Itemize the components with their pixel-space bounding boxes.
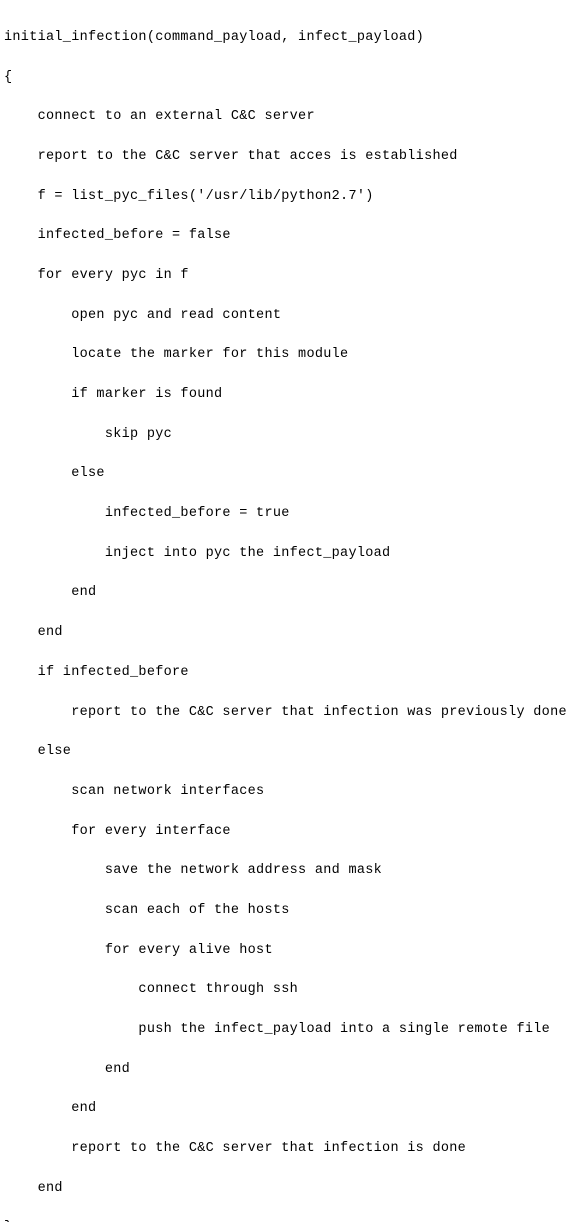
code-line: push the infect_payload into a single re… <box>4 1020 579 1040</box>
code-line: scan each of the hosts <box>4 901 579 921</box>
code-line: if marker is found <box>4 385 579 405</box>
code-line: end <box>4 1179 579 1199</box>
pseudocode-block: initial_infection(command_payload, infec… <box>4 8 579 1222</box>
code-line: save the network address and mask <box>4 861 579 881</box>
code-line: end <box>4 583 579 603</box>
code-line: for every alive host <box>4 941 579 961</box>
code-line: report to the C&C server that infection … <box>4 1139 579 1159</box>
code-line: skip pyc <box>4 425 579 445</box>
code-line: f = list_pyc_files('/usr/lib/python2.7') <box>4 187 579 207</box>
code-line: locate the marker for this module <box>4 345 579 365</box>
code-line: end <box>4 623 579 643</box>
code-line: for every interface <box>4 822 579 842</box>
code-line: infected_before = true <box>4 504 579 524</box>
code-line: infected_before = false <box>4 226 579 246</box>
code-line: report to the C&C server that acces is e… <box>4 147 579 167</box>
code-line: connect through ssh <box>4 980 579 1000</box>
code-line: inject into pyc the infect_payload <box>4 544 579 564</box>
code-line: else <box>4 742 579 762</box>
code-line: open pyc and read content <box>4 306 579 326</box>
code-line: } <box>4 1218 579 1222</box>
code-line: end <box>4 1099 579 1119</box>
code-line: connect to an external C&C server <box>4 107 579 127</box>
code-line: else <box>4 464 579 484</box>
code-line: initial_infection(command_payload, infec… <box>4 28 579 48</box>
code-line: scan network interfaces <box>4 782 579 802</box>
code-line: if infected_before <box>4 663 579 683</box>
code-line: { <box>4 68 579 88</box>
code-line: for every pyc in f <box>4 266 579 286</box>
code-line: report to the C&C server that infection … <box>4 703 579 723</box>
code-line: end <box>4 1060 579 1080</box>
